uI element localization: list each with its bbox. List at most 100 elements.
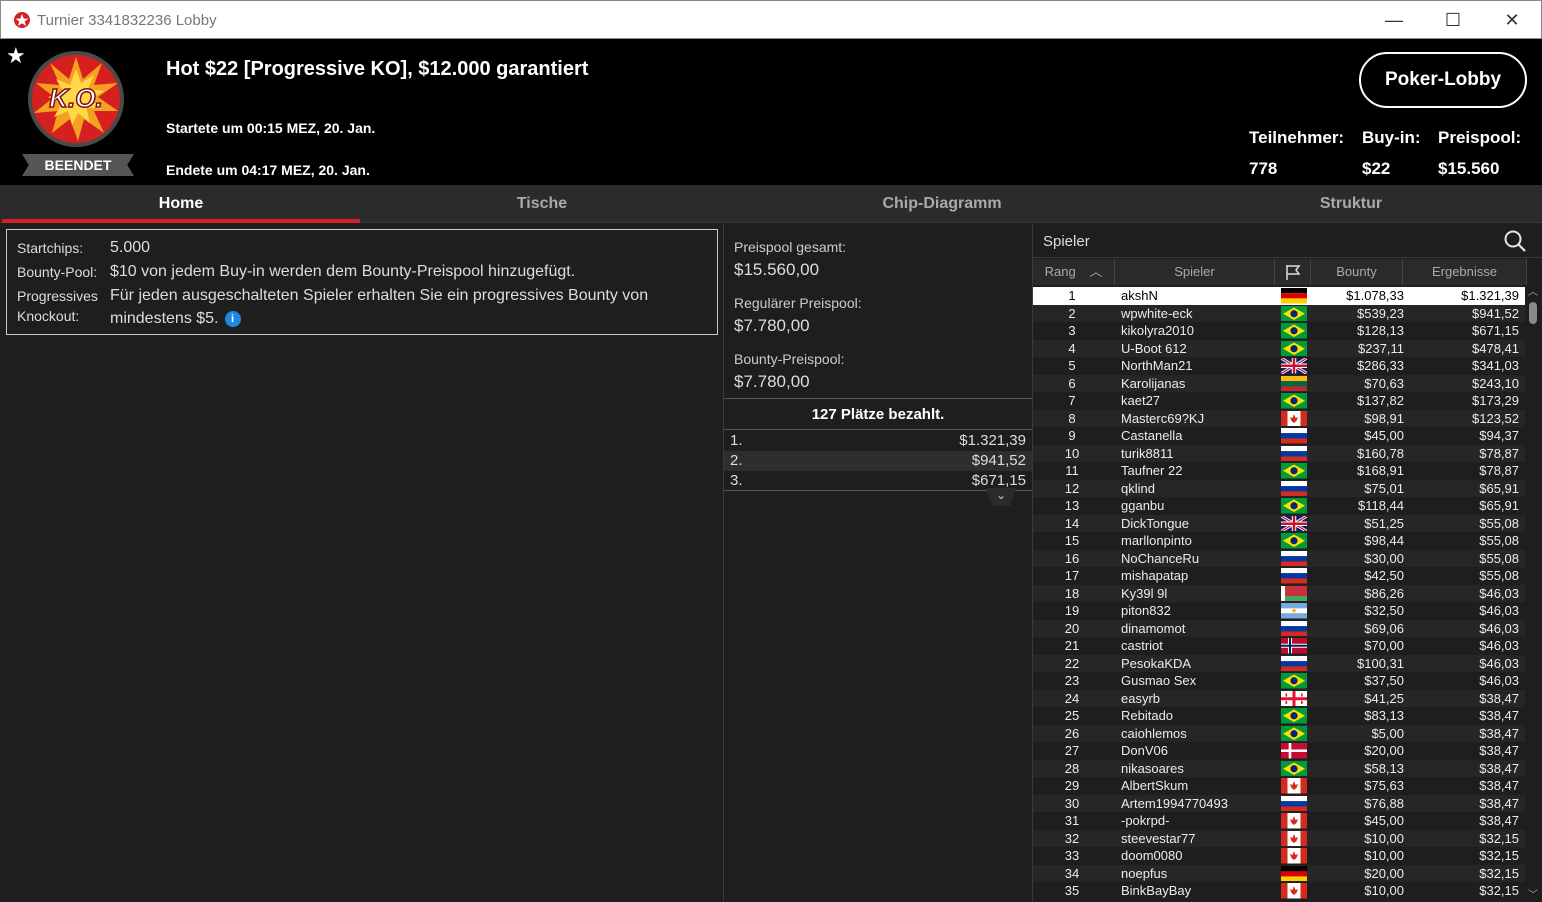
player-bounty: $10,00 bbox=[1364, 830, 1404, 846]
close-icon: ✕ bbox=[1504, 9, 1520, 30]
player-result: $55,08 bbox=[1479, 533, 1519, 548]
maximize-button[interactable]: ☐ bbox=[1424, 1, 1482, 39]
tab-home[interactable]: Home bbox=[2, 185, 360, 223]
player-row[interactable]: 34 noepfus $20,00 $32,15 bbox=[1033, 864, 1525, 882]
scroll-thumb[interactable] bbox=[1529, 302, 1537, 324]
player-row[interactable]: 3 kikolyra2010 $128,13 $671,15 bbox=[1033, 322, 1525, 340]
player-row[interactable]: 19 piton832 $32,50 $46,03 bbox=[1033, 602, 1525, 620]
player-rank: 30 bbox=[1064, 795, 1080, 811]
player-row[interactable]: 11 Taufner 22 $168,91 $78,87 bbox=[1033, 462, 1525, 480]
player-row[interactable]: 5 NorthMan21 $286,33 $341,03 bbox=[1033, 357, 1525, 375]
ge-flag-icon bbox=[1281, 690, 1307, 706]
player-name: U-Boot 612 bbox=[1121, 340, 1187, 356]
prizepool-value: $15.560 bbox=[1438, 159, 1500, 178]
pko-label-line1: Progressives bbox=[17, 288, 98, 304]
player-result: $94,37 bbox=[1479, 428, 1519, 443]
expand-payouts-chevron-icon[interactable]: ⌄ bbox=[986, 488, 1016, 506]
bountypool-value: $10 von jedem Buy-in werden dem Bounty-P… bbox=[110, 263, 576, 280]
scroll-up-icon[interactable]: ︿ bbox=[1526, 287, 1540, 299]
player-row[interactable]: 15 marllonpinto $98,44 $55,08 bbox=[1033, 532, 1525, 550]
br-flag-icon bbox=[1281, 725, 1307, 741]
player-row[interactable]: 24 easyrb $41,25 $38,47 bbox=[1033, 689, 1525, 707]
ca-flag-icon bbox=[1281, 778, 1307, 794]
player-row[interactable]: 23 Gusmao Sex $37,50 $46,03 bbox=[1033, 672, 1525, 690]
player-rank: 27 bbox=[1064, 743, 1080, 758]
column-header-bounty[interactable]: Bounty bbox=[1311, 259, 1403, 285]
player-row[interactable]: 21 castriot $70,00 $46,03 bbox=[1033, 637, 1525, 655]
player-row[interactable]: 22 PesokaKDA $100,31 $46,03 bbox=[1033, 654, 1525, 672]
player-name: DickTongue bbox=[1121, 515, 1189, 531]
player-name: qklind bbox=[1121, 480, 1155, 496]
player-row[interactable]: 17 mishapatap $42,50 $55,08 bbox=[1033, 567, 1525, 585]
pko-value-text: mindestens $5. bbox=[110, 310, 219, 327]
player-result: $46,03 bbox=[1479, 620, 1519, 636]
player-name: wpwhite-eck bbox=[1121, 305, 1193, 321]
search-icon[interactable] bbox=[1503, 229, 1527, 253]
player-name: Gusmao Sex bbox=[1121, 673, 1197, 688]
player-result: $32,15 bbox=[1479, 883, 1519, 898]
player-row[interactable]: 8 Masterc69?KJ $98,91 $123,52 bbox=[1033, 409, 1525, 427]
column-header-player[interactable]: Spieler bbox=[1115, 259, 1275, 285]
player-row[interactable]: 1 akshN $1.078,33 $1.321,39 bbox=[1033, 287, 1525, 305]
player-row[interactable]: 16 NoChanceRu $30,00 $55,08 bbox=[1033, 549, 1525, 567]
player-rank: 20 bbox=[1064, 620, 1080, 636]
player-list-scrollbar[interactable]: ︿ ﹀ bbox=[1526, 287, 1540, 902]
player-rank: 4 bbox=[1068, 340, 1076, 356]
ca-flag-icon bbox=[1281, 410, 1307, 426]
player-name: gganbu bbox=[1121, 498, 1165, 513]
minimize-button[interactable]: — bbox=[1365, 1, 1423, 39]
player-row[interactable]: 26 caiohlemos $5,00 $38,47 bbox=[1033, 724, 1525, 742]
ru-flag-icon bbox=[1281, 568, 1307, 584]
player-row[interactable]: 35 BinkBayBay $10,00 $32,15 bbox=[1033, 882, 1525, 900]
player-row[interactable]: 12 qklind $75,01 $65,91 bbox=[1033, 479, 1525, 497]
column-header-rank[interactable]: Rang ︿ bbox=[1033, 259, 1115, 285]
br-flag-icon bbox=[1281, 673, 1307, 689]
start-time: Startete um 00:15 MEZ, 20. Jan. bbox=[166, 120, 376, 136]
regular-pool-value: $7.780,00 bbox=[734, 316, 810, 335]
player-row[interactable]: 30 Artem1994770493 $76,88 $38,47 bbox=[1033, 794, 1525, 812]
player-result: $55,08 bbox=[1479, 568, 1519, 583]
favorite-star-icon[interactable]: ★ bbox=[6, 43, 26, 69]
scroll-down-icon[interactable]: ﹀ bbox=[1526, 890, 1540, 902]
player-row[interactable]: 7 kaet27 $137,82 $173,29 bbox=[1033, 392, 1525, 410]
br-flag-icon bbox=[1281, 323, 1307, 339]
player-rank: 33 bbox=[1064, 848, 1080, 863]
player-result: $32,15 bbox=[1479, 865, 1519, 881]
player-row[interactable]: 27 DonV06 $20,00 $38,47 bbox=[1033, 742, 1525, 760]
player-bounty: $45,00 bbox=[1364, 813, 1404, 828]
player-row[interactable]: 6 Karolijanas $70,63 $243,10 bbox=[1033, 374, 1525, 392]
column-header-country[interactable] bbox=[1275, 259, 1311, 285]
player-row[interactable]: 2 wpwhite-eck $539,23 $941,52 bbox=[1033, 304, 1525, 322]
ko-badge-text: K.O. bbox=[49, 83, 102, 113]
prizepool-label: Preispool: bbox=[1438, 128, 1522, 147]
pko-value-line1: Für jeden ausgeschalteten Spieler erhalt… bbox=[110, 287, 649, 304]
close-button[interactable]: ✕ bbox=[1483, 1, 1541, 39]
player-row[interactable]: 31 -pokrpd- $45,00 $38,47 bbox=[1033, 812, 1525, 830]
player-row[interactable]: 25 Rebitado $83,13 $38,47 bbox=[1033, 707, 1525, 725]
info-icon[interactable]: i bbox=[224, 311, 241, 327]
ko-badge-logo: K.O. bbox=[28, 51, 124, 147]
column-header-results[interactable]: Ergebnisse bbox=[1403, 259, 1527, 285]
tab-tables[interactable]: Tische bbox=[362, 185, 722, 223]
player-rank: 23 bbox=[1064, 673, 1080, 688]
player-name: kaet27 bbox=[1121, 393, 1161, 408]
player-row[interactable]: 14 DickTongue $51,25 $55,08 bbox=[1033, 514, 1525, 532]
player-row[interactable]: 20 dinamomot $69,06 $46,03 bbox=[1033, 619, 1525, 637]
player-search-bar[interactable]: Spieler bbox=[1033, 224, 1542, 258]
player-result: $46,03 bbox=[1479, 673, 1519, 688]
player-row[interactable]: 10 turik8811 $160,78 $78,87 bbox=[1033, 444, 1525, 462]
poker-lobby-button[interactable]: Poker-Lobby bbox=[1359, 52, 1527, 108]
player-row[interactable]: 29 AlbertSkum $75,63 $38,47 bbox=[1033, 777, 1525, 795]
br-flag-icon bbox=[1281, 463, 1307, 479]
player-rank: 13 bbox=[1064, 498, 1080, 513]
player-row[interactable]: 18 Ky39l 9l $86,26 $46,03 bbox=[1033, 584, 1525, 602]
player-result: $38,47 bbox=[1479, 795, 1519, 811]
player-row[interactable]: 9 Castanella $45,00 $94,37 bbox=[1033, 427, 1525, 445]
player-row[interactable]: 32 steevestar77 $10,00 $32,15 bbox=[1033, 829, 1525, 847]
player-row[interactable]: 4 U-Boot 612 $237,11 $478,41 bbox=[1033, 339, 1525, 357]
player-row[interactable]: 13 gganbu $118,44 $65,91 bbox=[1033, 497, 1525, 515]
player-row[interactable]: 33 doom0080 $10,00 $32,15 bbox=[1033, 847, 1525, 865]
tab-structure[interactable]: Struktur bbox=[1160, 185, 1542, 223]
player-row[interactable]: 28 nikasoares $58,13 $38,47 bbox=[1033, 759, 1525, 777]
tab-chip-chart[interactable]: Chip-Diagramm bbox=[722, 185, 1162, 223]
